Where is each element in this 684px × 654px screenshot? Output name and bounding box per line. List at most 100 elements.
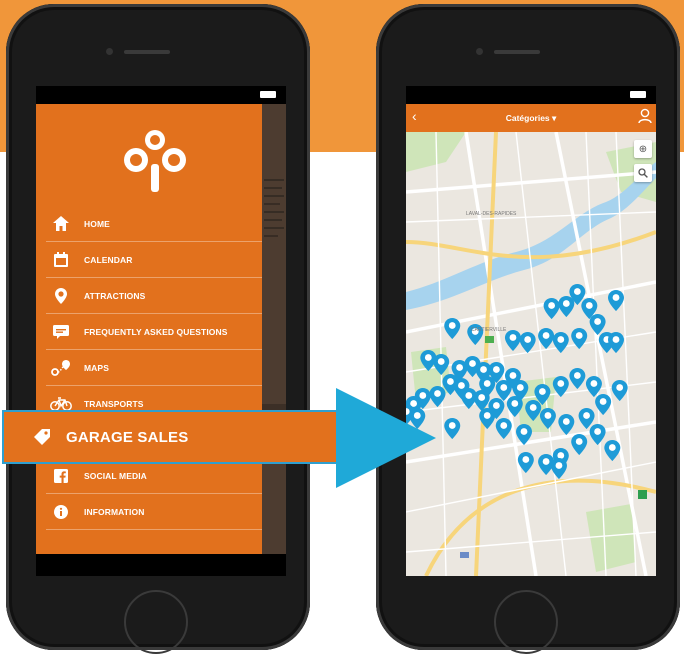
map-marker-dot [575, 332, 583, 339]
menu-item-label: TRANSPORTS [84, 398, 144, 409]
front-camera [476, 48, 483, 55]
content-peek [262, 104, 286, 554]
home-icon [50, 214, 72, 234]
map-view[interactable]: LAVAL-DES-RAPIDES CARTIERVILLE ⊕ [406, 132, 656, 576]
location-pin-icon [50, 286, 72, 306]
search-icon[interactable] [634, 164, 652, 182]
map-marker-dot [594, 318, 601, 325]
map-marker-dot [599, 398, 607, 405]
map-marker-dot [509, 372, 517, 379]
map-marker-dot [493, 402, 500, 409]
map-marker-dot [544, 412, 552, 419]
map-marker-dot [616, 384, 624, 391]
map-marker-dot [608, 444, 616, 451]
right-phone: ‹ Catégories ▾ LAVAL-DES-RAPIDES CARTIER… [376, 4, 680, 654]
map-marker-dot [583, 412, 590, 419]
map-marker-dot [557, 380, 565, 387]
map-marker-dot [437, 358, 445, 365]
price-tag-icon [32, 427, 52, 447]
map-marker-dot [557, 452, 565, 459]
district-label: CARTIERVILLE [471, 327, 507, 333]
map-marker-dot [562, 300, 570, 307]
menu-item-faq[interactable]: FREQUENTLY ASKED QUESTIONS [46, 314, 278, 350]
categories-dropdown[interactable]: Catégories ▾ [506, 113, 557, 124]
hospital-icon [638, 490, 647, 499]
nav-bar: ‹ Catégories ▾ [406, 104, 656, 132]
map-marker-dot [458, 382, 465, 389]
map-marker-dot [520, 428, 528, 435]
menu-item-label: FREQUENTLY ASKED QUESTIONS [84, 326, 228, 337]
map-marker-dot [575, 438, 583, 445]
map-marker-dot [529, 404, 537, 411]
peek-texture [262, 104, 286, 554]
map-marker-dot [500, 422, 508, 429]
calendar-icon [50, 250, 72, 270]
map-marker-dot [424, 354, 432, 361]
menu-item-maps[interactable]: MAPS [46, 350, 278, 386]
chevron-left-icon[interactable]: ‹ [412, 108, 417, 124]
status-bar [406, 86, 656, 104]
map-marker-dot [557, 336, 565, 343]
route-icon [50, 358, 72, 378]
map-marker-dot [493, 366, 500, 373]
map-marker-dot [573, 288, 581, 295]
side-menu: HOME CALENDAR ATTRACTIONS FREQUENTLY ASK… [36, 104, 286, 554]
home-button [494, 590, 558, 654]
menu-item-attractions[interactable]: ATTRACTIONS [46, 278, 278, 314]
menu-item-information[interactable]: INFORMATION [46, 494, 278, 530]
map-marker-dot [612, 294, 620, 301]
map-marker-dot [465, 392, 473, 399]
status-bar [36, 86, 286, 104]
map-marker-dot [542, 458, 550, 465]
menu-item-label: INFORMATION [84, 506, 145, 517]
map-marker-dot [483, 412, 491, 419]
menu-item-label: ATTRACTIONS [84, 290, 146, 301]
menu-item-label: MAPS [84, 362, 109, 373]
menu-item-garage-sales[interactable]: GARAGE SALES [2, 410, 342, 464]
facebook-icon [50, 466, 72, 486]
metro-icon [485, 336, 494, 343]
map-marker-dot [480, 366, 487, 373]
map-marker-dot [562, 418, 570, 425]
map-marker-dot [448, 422, 456, 429]
menu-footer [36, 554, 286, 576]
menu-item-label: HOME [84, 218, 110, 229]
menu-item-calendar[interactable]: CALENDAR [46, 242, 278, 278]
arrow-right-icon [336, 388, 436, 488]
map-marker-dot [573, 372, 581, 379]
right-screen: ‹ Catégories ▾ LAVAL-DES-RAPIDES CARTIER… [406, 86, 656, 576]
locate-icon[interactable]: ⊕ [634, 140, 652, 158]
map-marker-dot [500, 384, 508, 391]
district-label: LAVAL-DES-RAPIDES [466, 211, 517, 217]
map-marker-dot [522, 456, 530, 463]
user-icon[interactable] [638, 108, 652, 129]
battery-icon [260, 91, 276, 98]
map-marker-dot [555, 462, 563, 469]
map-marker-dot [524, 336, 532, 343]
map-marker-dot [594, 428, 601, 435]
map-marker-dot [511, 400, 519, 407]
menu-item-label: CALENDAR [84, 254, 133, 265]
map-marker-dot [478, 394, 486, 401]
earpiece [124, 50, 170, 54]
battery-icon [630, 91, 646, 98]
map-marker-dot [548, 302, 555, 309]
map-marker-dot [516, 384, 524, 391]
map-marker-dot [585, 302, 593, 309]
info-icon [50, 502, 72, 522]
map-canvas[interactable]: LAVAL-DES-RAPIDES CARTIERVILLE [406, 132, 656, 576]
map-marker-dot [590, 380, 598, 387]
home-button [124, 590, 188, 654]
map-marker-dot [509, 334, 517, 341]
map-marker-dot [542, 332, 550, 339]
app-logo [124, 130, 186, 192]
front-camera [106, 48, 113, 55]
map-marker-dot [456, 364, 463, 371]
map-marker-dot [448, 322, 456, 329]
map-marker-dot [539, 388, 546, 395]
menu-item-home[interactable]: HOME [46, 206, 278, 242]
map-marker-dot [483, 380, 491, 387]
map-marker-dot [469, 360, 476, 367]
garage-sales-label: GARAGE SALES [66, 428, 189, 446]
left-screen: HOME CALENDAR ATTRACTIONS FREQUENTLY ASK… [36, 86, 286, 576]
